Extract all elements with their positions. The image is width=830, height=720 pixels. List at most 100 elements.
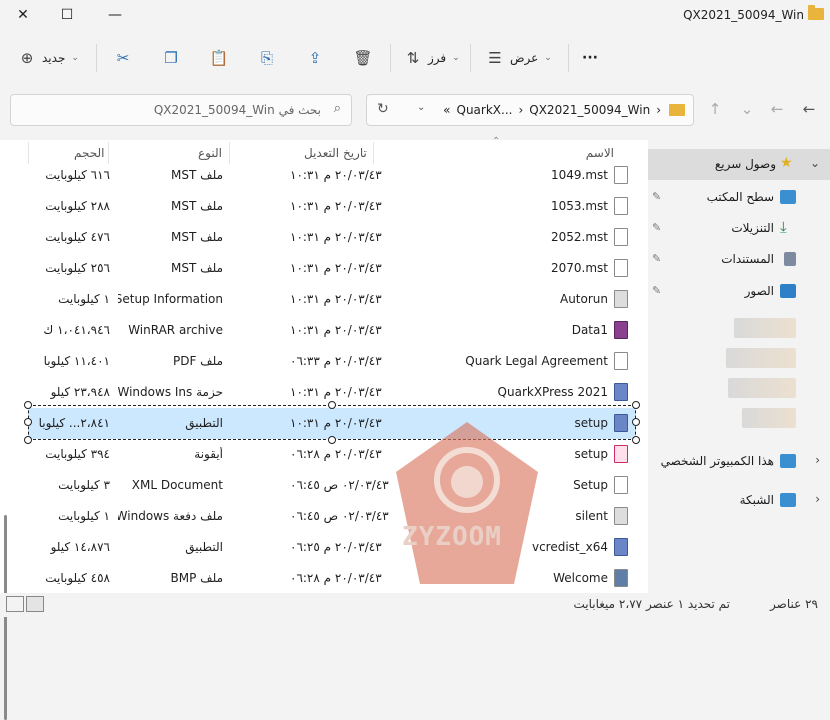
sort-icon: ⇅ bbox=[406, 49, 420, 67]
file-row[interactable]: Setup ٠٢/٠٣/٤٣ ص ٠٦:٤٥ XML Document ٣ كيلوب… bbox=[28, 470, 636, 501]
divider bbox=[96, 44, 97, 72]
navigation-pane: ⌄ وصول سريع ★ ✎ سطح المكتب ✎ التنزيلات ⤓… bbox=[648, 140, 830, 593]
status-bar: ٢٩ عناصر تم تحديد ١ عنصر ٢،٧٧ ميغابايت bbox=[0, 593, 830, 617]
search-input[interactable]: بحث في QX2021_50094_Win ⌕ bbox=[10, 94, 352, 126]
file-row[interactable]: vcredist_x64 ٢٠/٠٣/٤٣ م ٠٦:٢٥ التطبيق ١٤،٨٧… bbox=[28, 532, 636, 563]
copy-icon: ❐ bbox=[164, 49, 178, 67]
view-list-icon: ☰ bbox=[488, 49, 502, 67]
selection-handle bbox=[24, 418, 32, 426]
file-pink-icon bbox=[614, 445, 628, 463]
column-type[interactable]: النوع bbox=[198, 146, 222, 160]
close-button[interactable]: ✕ bbox=[0, 0, 46, 30]
chevron-down-icon: ⌄ bbox=[452, 53, 460, 63]
breadcrumb: « QuarkX... › QX2021_50094_Win › bbox=[443, 103, 661, 117]
vertical-scrollbar[interactable] bbox=[4, 515, 7, 720]
file-gear-icon bbox=[614, 290, 628, 308]
file-row[interactable]: silent ٠٢/٠٣/٤٣ ص ٠٦:٤٥ ملف دفعة Windows ١ … bbox=[28, 501, 636, 532]
file-date: ٢٠/٠٣/٤٣ م ١٠:٣١ bbox=[290, 168, 382, 182]
file-img-icon bbox=[614, 569, 628, 587]
file-row[interactable]: 1053.mst ٢٠/٠٣/٤٣ م ١٠:٣١ ملف MST ٢٨٨ كيلوب… bbox=[28, 191, 636, 222]
desktop-icon bbox=[780, 190, 796, 204]
column-size[interactable]: الحجم bbox=[74, 146, 104, 160]
details-view-button[interactable] bbox=[26, 596, 44, 612]
file-type: ملف MST bbox=[171, 199, 223, 213]
file-row[interactable]: Autorun ٢٠/٠٣/٤٣ م ١٠:٣١ Setup Information… bbox=[28, 284, 636, 315]
view-button[interactable]: ☰ عرض ⌄ bbox=[486, 32, 552, 84]
scissors-icon: ✂ bbox=[116, 49, 130, 67]
divider bbox=[470, 44, 471, 72]
refresh-icon[interactable]: ↻ bbox=[377, 101, 389, 117]
more-icon: ··· bbox=[582, 50, 598, 66]
file-size: ٢٥٦ كيلوبايت bbox=[45, 261, 110, 275]
breadcrumb-separator[interactable]: › bbox=[656, 103, 661, 117]
breadcrumb-item[interactable]: QX2021_50094_Win bbox=[529, 103, 650, 117]
file-size: ١١،٤٠١ كيلوبا bbox=[43, 354, 110, 368]
back-button[interactable]: ← bbox=[796, 96, 822, 122]
file-doc-icon bbox=[614, 352, 628, 370]
more-options-button[interactable]: ··· bbox=[582, 32, 598, 84]
forward-button[interactable]: ← bbox=[764, 96, 790, 122]
file-date: ٢٠/٠٣/٤٣ م ١٠:٣١ bbox=[290, 385, 382, 399]
file-row[interactable]: Data1 ٢٠/٠٣/٤٣ م ١٠:٣١ WinRAR archive ١،٠٤١… bbox=[28, 315, 636, 346]
maximize-button[interactable]: ☐ bbox=[44, 0, 90, 30]
nav-pictures[interactable]: ✎ الصور bbox=[648, 276, 830, 307]
paste-button[interactable]: 📋 bbox=[210, 32, 229, 84]
up-button[interactable]: ↑ bbox=[702, 96, 728, 122]
pin-icon[interactable]: ✎ bbox=[652, 284, 661, 297]
file-date: ٠٢/٠٣/٤٣ ص ٠٦:٤٥ bbox=[290, 509, 389, 523]
tiles-view-button[interactable] bbox=[6, 596, 24, 612]
breadcrumb-item[interactable]: QuarkX... bbox=[457, 103, 513, 117]
search-icon: ⌕ bbox=[333, 101, 341, 116]
nav-network[interactable]: › الشبكة bbox=[648, 485, 830, 516]
redacted-item bbox=[726, 348, 796, 368]
nav-label: المستندات bbox=[721, 252, 774, 266]
address-bar[interactable]: ↻ ⌄ « QuarkX... › QX2021_50094_Win › bbox=[366, 94, 694, 126]
copy-button[interactable]: ❐ bbox=[162, 32, 180, 84]
file-name: Quark Legal Agreement bbox=[465, 354, 608, 368]
file-doc-icon bbox=[614, 228, 628, 246]
nav-documents[interactable]: ✎ المستندات bbox=[648, 244, 830, 275]
nav-desktop[interactable]: ✎ سطح المكتب bbox=[648, 182, 830, 213]
file-date: ٢٠/٠٣/٤٣ م ١٠:٣١ bbox=[290, 230, 382, 244]
file-rar-icon bbox=[614, 321, 628, 339]
file-type: أيقونة bbox=[194, 447, 223, 461]
minimize-button[interactable]: — bbox=[92, 0, 138, 30]
nav-this-pc[interactable]: › هذا الكمبيوتر الشخصي bbox=[648, 446, 830, 477]
file-size: ١٤،٨٧٦ كيلو bbox=[50, 540, 110, 554]
file-row[interactable]: 2052.mst ٢٠/٠٣/٤٣ م ١٠:٣١ ملف MST ٤٧٦ كيلوب… bbox=[28, 222, 636, 253]
sort-button[interactable]: ⇅ فرز ⌄ bbox=[404, 32, 460, 84]
file-size: ٣ كيلوبايت bbox=[58, 478, 110, 492]
cut-button[interactable]: ✂ bbox=[114, 32, 132, 84]
breadcrumb-overflow[interactable]: « bbox=[443, 103, 450, 117]
file-row[interactable]: 1049.mst ٢٠/٠٣/٤٣ م ١٠:٣١ ملف MST ٦١٦ كيلوب… bbox=[28, 160, 636, 191]
file-row[interactable]: 2070.mst ٢٠/٠٣/٤٣ م ١٠:٣١ ملف MST ٢٥٦ كيلوب… bbox=[28, 253, 636, 284]
chevron-down-icon[interactable]: ⌄ bbox=[417, 102, 425, 113]
share-icon: ⇪ bbox=[308, 49, 322, 67]
nav-quick-access[interactable]: ⌄ وصول سريع ★ bbox=[648, 149, 830, 180]
pin-icon[interactable]: ✎ bbox=[652, 221, 661, 234]
arrow-right-icon: ← bbox=[770, 100, 784, 118]
nav-downloads[interactable]: ✎ التنزيلات ⤓ bbox=[648, 213, 830, 244]
delete-button[interactable]: 🗑 bbox=[353, 32, 372, 84]
breadcrumb-separator[interactable]: › bbox=[518, 103, 523, 117]
file-doc-icon bbox=[614, 259, 628, 277]
nav-label: سطح المكتب bbox=[706, 190, 774, 204]
file-row[interactable]: Quark Legal Agreement ٢٠/٠٣/٤٣ م ٠٦:٣٣ ملف… bbox=[28, 346, 636, 377]
pin-icon[interactable]: ✎ bbox=[652, 190, 661, 203]
chevron-right-icon[interactable]: › bbox=[815, 453, 820, 467]
rename-button[interactable]: ⎘ bbox=[258, 32, 276, 84]
chevron-right-icon[interactable]: › bbox=[815, 492, 820, 506]
column-modified[interactable]: تاريخ التعديل bbox=[304, 146, 367, 160]
plus-circle-icon: ⊕ bbox=[20, 49, 34, 67]
search-placeholder: بحث في QX2021_50094_Win bbox=[153, 103, 321, 117]
share-button[interactable]: ⇪ bbox=[306, 32, 324, 84]
recent-button[interactable]: ⌄ bbox=[734, 96, 760, 122]
new-button[interactable]: ⊕ جديد ⌄ bbox=[18, 32, 79, 84]
column-name[interactable]: الاسم bbox=[586, 146, 614, 160]
file-size: ٢٣،٩٤٨ كيلو bbox=[50, 385, 110, 399]
chevron-down-icon[interactable]: ⌄ bbox=[810, 156, 820, 170]
pin-icon[interactable]: ✎ bbox=[652, 252, 661, 265]
document-icon bbox=[784, 252, 796, 266]
file-name: QuarkXPress 2021 bbox=[497, 385, 608, 399]
file-row[interactable]: Welcome ٢٠/٠٣/٤٣ م ٠٦:٢٨ ملف BMP ٤٥٨ كيلوبا… bbox=[28, 563, 636, 594]
